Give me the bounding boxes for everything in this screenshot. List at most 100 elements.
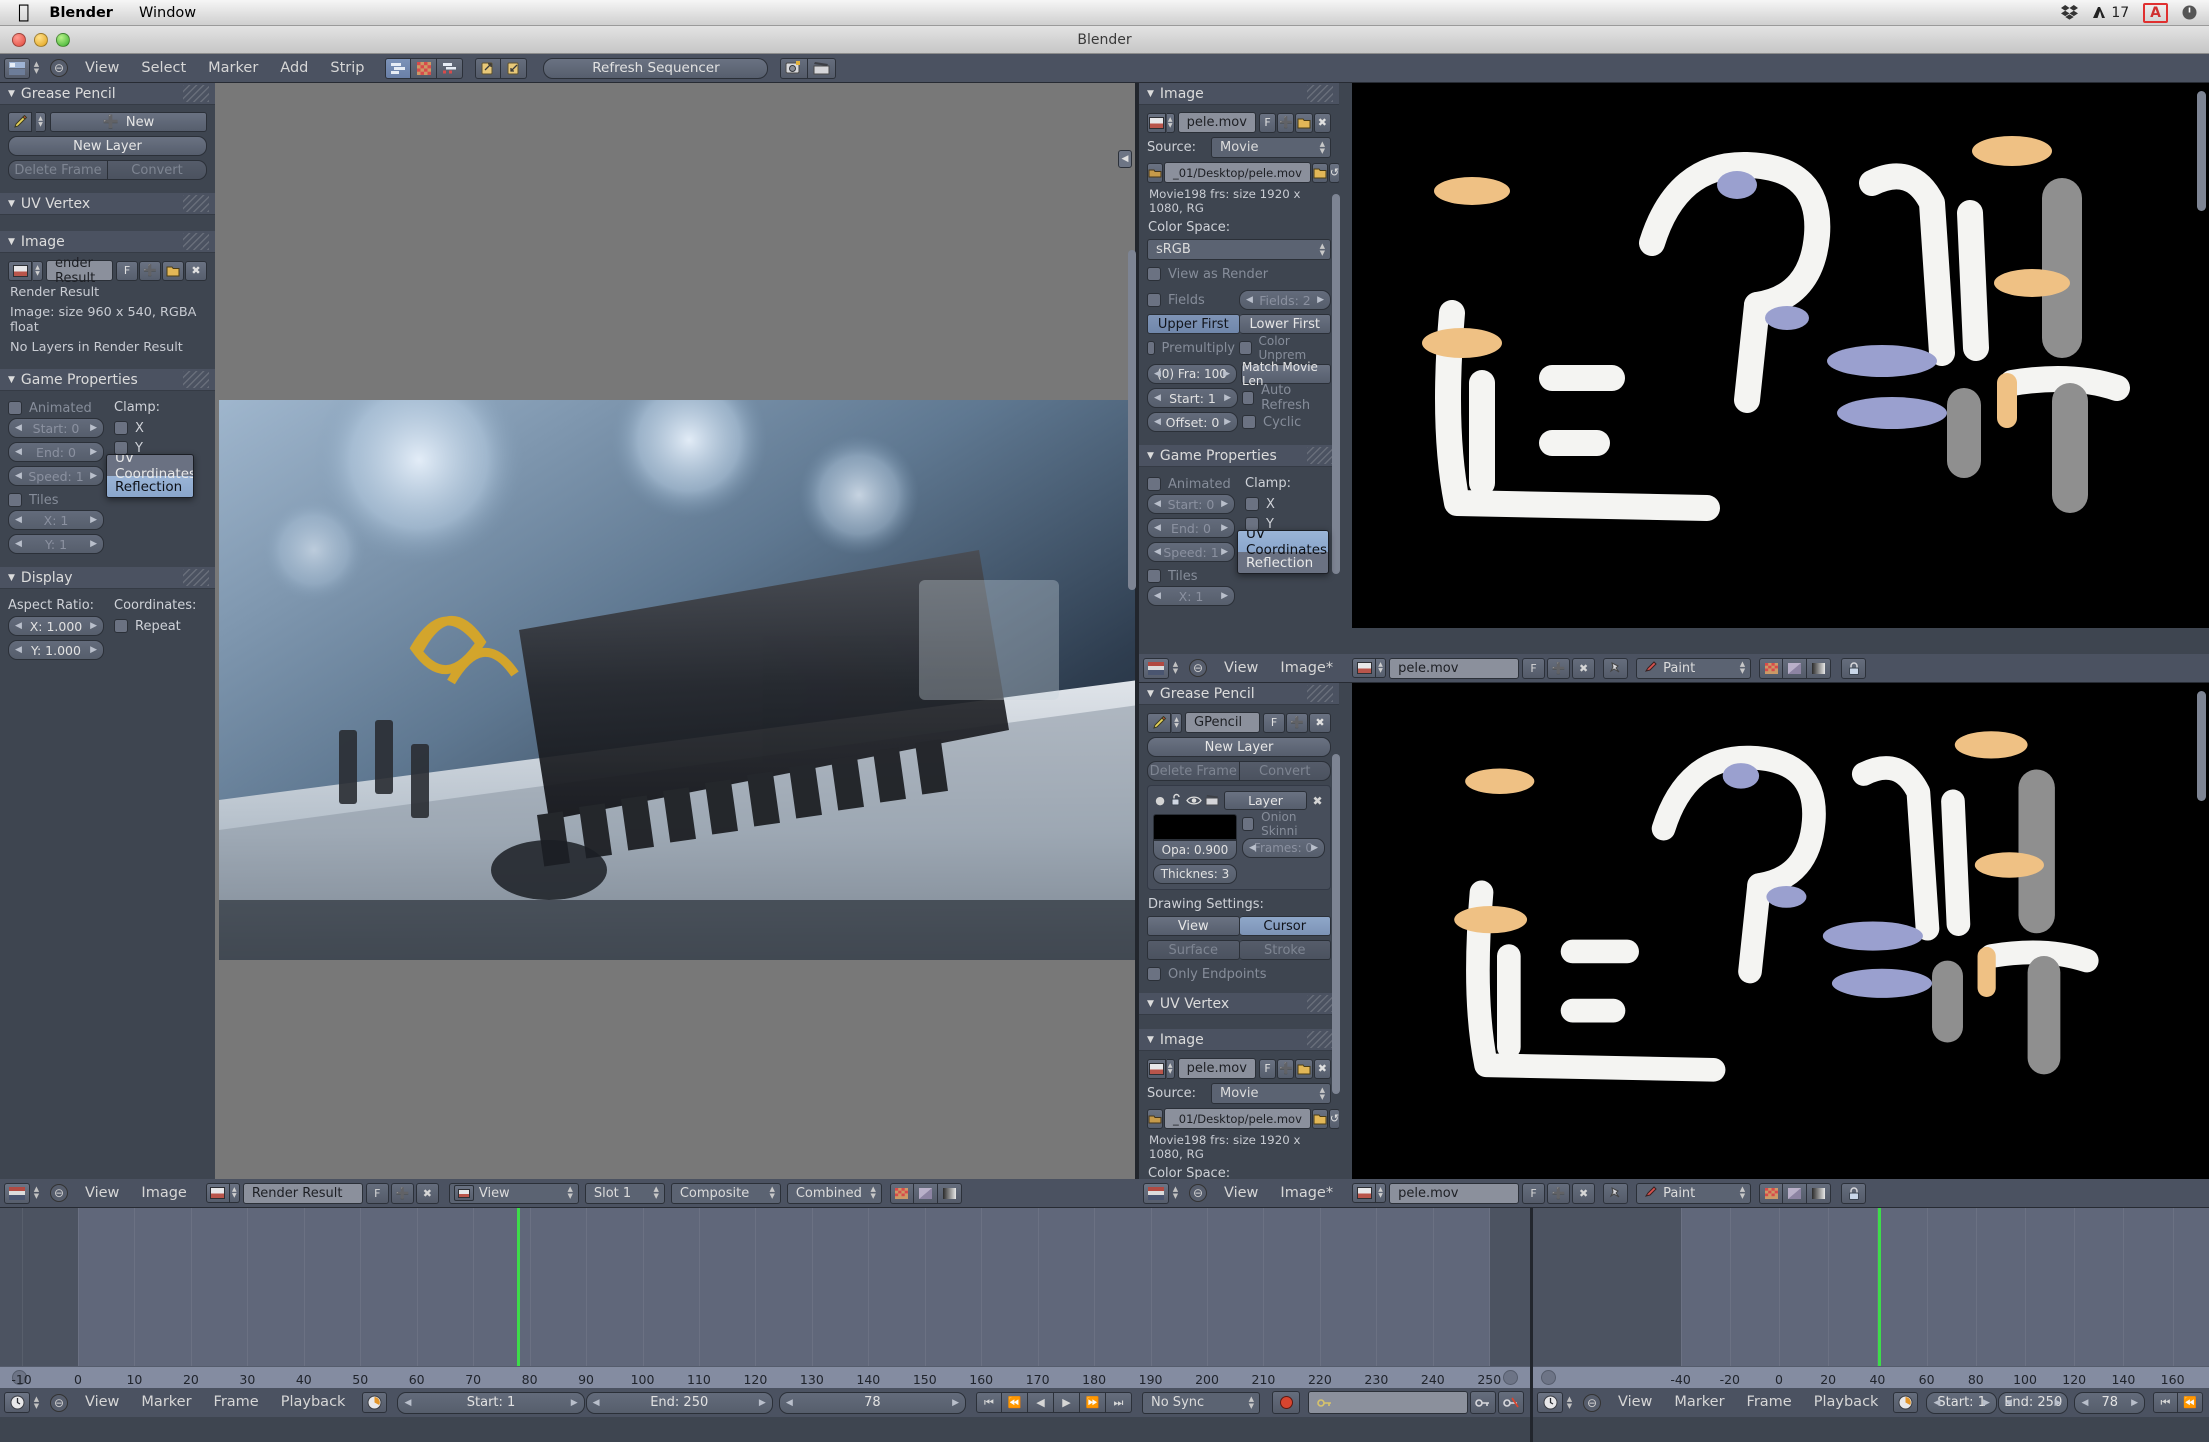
image-datablock-spinner[interactable]: ▲▼ [1167,1059,1175,1079]
panel-header-uv-vertex-right[interactable]: ▼ UV Vertex [1139,993,1339,1015]
timeline-editor-icon[interactable] [1537,1392,1563,1413]
menu-image[interactable]: Image* [1269,654,1344,683]
editor-type-spinner[interactable]: ▲▼ [32,1183,41,1204]
tiles-checkbox[interactable]: Tiles [1147,566,1235,586]
layer-unlock-icon[interactable] [1170,792,1183,810]
panel-header-uv-vertex-left[interactable]: ▼ UV Vertex [0,193,215,215]
image-datablock-icon[interactable] [1147,113,1166,133]
new-image-button[interactable]: ➕ [1277,113,1294,133]
gp-delete-frame-button[interactable]: Delete Frame [1147,761,1240,781]
reload-image-button[interactable]: ↺ [1329,163,1339,183]
offset-field[interactable]: ◀Offset: 0▶ [1147,412,1238,432]
clamp-x-checkbox[interactable]: X [114,418,207,438]
menu-marker[interactable]: Marker [130,1388,202,1417]
layer-delete-icon[interactable]: ✖ [1310,794,1325,808]
gp-delete-frame-button[interactable]: Delete Frame [8,160,108,180]
cyclic-checkbox[interactable]: Cyclic [1242,412,1331,432]
gp-new-layer-button[interactable]: New Layer [1147,737,1331,757]
timeline-editor-icon[interactable] [4,1392,30,1413]
sync-mode-dropdown[interactable]: No Sync ▲▼ [1142,1392,1260,1414]
lock-icon[interactable] [1841,1183,1866,1204]
gp-datablock-spinner[interactable]: ▲▼ [36,112,46,132]
menu-add[interactable]: Add [269,54,319,83]
panel-divider-bottom-right[interactable] [1339,683,1352,1179]
timeline-left[interactable]: -100102030405060708090100110120130140150… [0,1208,1530,1388]
next-keyframe-icon[interactable]: ⏩ [1080,1392,1106,1413]
prev-keyframe-icon[interactable]: ⏪ [2178,1392,2203,1413]
aspect-x-field[interactable]: ◀X: 1.000▶ [8,616,104,636]
menu-view[interactable]: View [1607,1388,1663,1417]
play-reverse-icon[interactable]: ◀ [1028,1392,1054,1413]
only-endpoints-checkbox[interactable]: Only Endpoints [1147,964,1331,984]
menu-playback[interactable]: Playback [1803,1388,1890,1417]
mapping-dropdown-popup[interactable]: UV Coordinates Reflection [1237,530,1329,574]
timeline-playhead[interactable] [1878,1208,1881,1366]
image-datablock-icon[interactable] [206,1183,230,1203]
sequencer-view-icon[interactable] [385,58,411,79]
menu-view[interactable]: View [74,1179,130,1208]
start-field[interactable]: ◀Start: 0▶ [8,418,104,438]
fake-user-button[interactable]: F [116,261,138,281]
image-datablock-spinner[interactable]: ▲▼ [1167,113,1175,133]
gp-convert-button[interactable]: Convert [1240,761,1332,781]
fake-user-button[interactable]: F [1259,1059,1276,1079]
prev-keyframe-icon[interactable]: ⏪ [1002,1392,1028,1413]
pin-icon[interactable] [1603,658,1628,679]
area-divider-right-horizontal[interactable] [1139,628,2209,654]
frames-field[interactable]: ◀(0) Fra: 100▶ [1147,364,1237,384]
animated-checkbox[interactable]: Animated [1147,474,1235,494]
editor-type-icon[interactable] [1143,1183,1169,1204]
layer-onion-icon[interactable] [1205,792,1221,810]
menu-view[interactable]: View [1213,654,1269,683]
draw-mode-cursor-button[interactable]: Cursor [1240,916,1332,936]
menu-frame[interactable]: Frame [1736,1388,1803,1417]
new-image-button[interactable]: ➕ [1547,658,1570,679]
repeat-checkbox[interactable]: Repeat [114,616,207,636]
lock-icon[interactable] [1841,658,1866,679]
dropdown-option-reflection[interactable]: Reflection [107,476,193,497]
color-unpremultiply-checkbox[interactable]: Color Unprem [1239,338,1331,358]
render-result-canvas[interactable] [215,83,1135,1179]
tiles-x-field[interactable]: ◀X: 1▶ [8,510,104,530]
jump-start-icon[interactable]: ⏮ [2153,1392,2178,1413]
properties-scrollbar-right-bottom[interactable] [1332,754,1340,1094]
fake-user-button[interactable]: F [366,1183,389,1204]
render-pass-dropdown[interactable]: Combined ▲▼ [787,1183,882,1204]
file-browse-icon[interactable] [1147,163,1163,183]
sidebar-collapse-arrow-icon[interactable]: ◀ [1118,150,1132,168]
power-icon[interactable] [2182,5,2197,20]
collapse-menu-icon[interactable]: ⊖ [50,1394,68,1412]
collapse-menu-icon[interactable]: ⊖ [50,1184,68,1202]
reload-image-button[interactable]: ↺ [1329,1109,1339,1129]
apple-logo-icon[interactable]:  [18,3,29,22]
file-browse-icon[interactable] [1147,1109,1163,1129]
copy-icon[interactable] [475,58,501,79]
colorspace-dropdown[interactable]: sRGB ▲▼ [1147,239,1331,260]
new-image-button[interactable]: ➕ [391,1183,414,1204]
fake-user-button[interactable]: F [1522,1183,1545,1204]
unlink-image-button[interactable]: ✖ [1314,1059,1331,1079]
menu-view[interactable]: View [1213,1179,1269,1208]
editor-type-spinner[interactable]: ▲▼ [1171,1183,1180,1204]
panel-header-image-left[interactable]: ▼ Image [0,231,215,253]
onion-skinning-checkbox[interactable]: Onion Skinni [1242,814,1325,834]
gp-opacity-field[interactable]: Opa: 0.900 [1153,840,1237,860]
refresh-sequencer-button[interactable]: Refresh Sequencer [543,58,768,79]
open-filepath-button[interactable] [1312,1109,1328,1129]
image-filepath-field[interactable]: _01/Desktop/pele.mov [1164,162,1311,183]
tiles-checkbox[interactable]: Tiles [8,490,104,510]
editor-type-spinner[interactable]: ▲▼ [32,1392,41,1413]
gp-layer-name-field[interactable]: Layer [1224,791,1307,810]
dropdown-option-uv-coordinates[interactable]: UV Coordinates [107,455,193,476]
new-image-button[interactable]: ➕ [1277,1059,1294,1079]
current-frame-field[interactable]: ◀78▶ [2074,1392,2145,1414]
keying-set-field[interactable] [1308,1391,1468,1414]
gp-thickness-field[interactable]: Thicknes: 3 [1153,864,1237,884]
minimize-button[interactable] [34,33,48,47]
end-field[interactable]: ◀End: 0▶ [8,442,104,462]
menu-window[interactable]: Window [139,5,196,21]
timeline-scroll-knob-left[interactable] [1541,1370,1556,1385]
play-icon[interactable]: ▶ [1054,1392,1080,1413]
render-result-name-field[interactable]: Render Result [243,1183,363,1204]
start-frame-field[interactable]: ◀Start: 1▶ [397,1392,584,1414]
